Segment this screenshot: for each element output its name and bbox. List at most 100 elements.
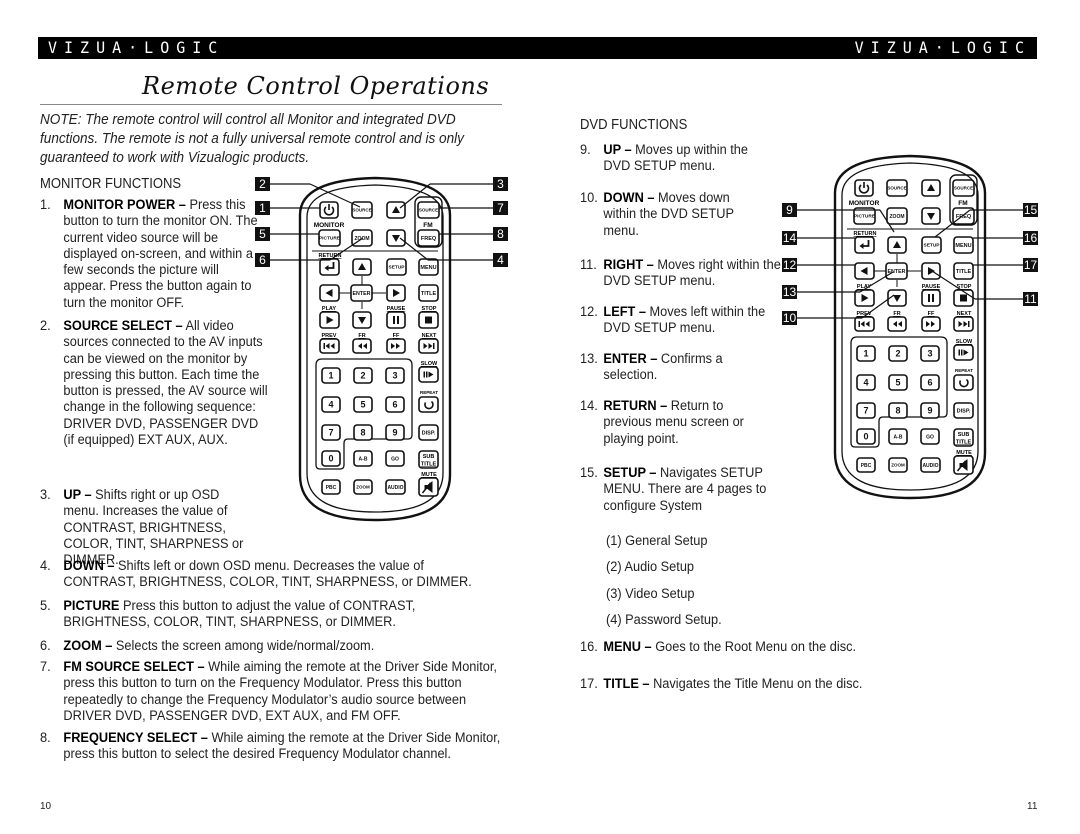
item-number: 15.: [580, 465, 598, 481]
up-button: [386, 201, 406, 219]
menu-button: MENU: [953, 236, 974, 254]
item-label: FM SOURCE SELECT –: [63, 659, 205, 675]
callout-9-number: 9: [786, 203, 793, 217]
digit-button: 4: [321, 396, 341, 413]
item-number: 14.: [580, 398, 598, 414]
callout-7-number: 7: [497, 201, 504, 215]
go-button: GO: [920, 428, 940, 445]
item-text: Press this button to turn the monitor ON…: [63, 197, 258, 311]
monitor-label: MONITOR: [849, 200, 880, 207]
setup-page-item: (2) Audio Setup: [606, 559, 695, 575]
disp-button: DISP.: [953, 402, 974, 419]
brand-header-bar: VIZUA·LOGIC: [540, 37, 1037, 59]
fm-source-button: SOURCE: [417, 201, 440, 219]
slow-label: SLOW: [956, 339, 973, 345]
page-number: 10: [40, 801, 52, 812]
mute-label: MUTE: [956, 450, 972, 456]
play-label: PLAY: [322, 306, 336, 312]
digit-button: 2: [353, 367, 373, 384]
item-number: 12.: [580, 304, 598, 320]
callout-10: 10: [782, 311, 797, 325]
prev-icon: [858, 321, 860, 327]
setup-button: SETUP: [921, 236, 942, 254]
callout-8-number: 8: [497, 227, 504, 241]
digit-button: 1: [856, 345, 876, 362]
setup-button-label: SETUP: [924, 243, 941, 249]
list-item: 16. MENU – Goes to the Root Menu on the …: [580, 639, 940, 655]
callout-12-number: 12: [783, 258, 797, 272]
setup-button-label: SETUP: [389, 265, 406, 271]
go-button: GO: [385, 450, 405, 467]
digit-button-label: 3: [927, 349, 932, 359]
slow-button: [418, 366, 439, 383]
item-number: 11.: [580, 257, 597, 273]
callout-17-number: 17: [1024, 258, 1038, 272]
callout-6-number: 6: [259, 253, 266, 267]
callout-14-number: 14: [783, 231, 797, 245]
title-divider: [40, 104, 502, 105]
return-button: [319, 258, 340, 276]
zoom-button: ZOOM: [886, 207, 908, 225]
monitor-functions-heading: MONITOR FUNCTIONS: [40, 176, 182, 192]
pbc-button: PBC: [321, 479, 341, 495]
go-button-label: GO: [926, 434, 934, 440]
remote-diagram-dvd: SOURCE SOURCEMONITOR FMPICTURE ZOOM FREQRETU…: [782, 154, 1038, 500]
pause-button: [921, 289, 941, 307]
digit-button-label: 6: [927, 378, 932, 388]
remote-body: SOURCESOURCEMONITORFMPICTUREZOOMFREQRETU…: [298, 176, 452, 522]
enter-button-label: ENTER: [353, 291, 371, 297]
stop-button: [418, 311, 439, 329]
subtitle-label-top: SUB: [423, 454, 435, 460]
stop-icon: [960, 294, 967, 302]
subtitle-label-top: SUB: [958, 432, 970, 438]
freq-button: FREQ: [417, 229, 440, 247]
slow-icon: [423, 371, 425, 378]
callout-11-number: 11: [1024, 292, 1037, 306]
item-label: LEFT –: [603, 304, 646, 320]
item-number: 8.: [40, 730, 51, 746]
setup-page-item: (4) Password Setup.: [606, 612, 722, 628]
repeat-button-outline: [953, 374, 974, 391]
remote-diagram-monitor: SOURCE SOURCE MONITOR FM PICTURE ZOOM FREQ RETU…: [255, 176, 508, 522]
item-number: 6.: [40, 638, 51, 654]
play-button: [319, 311, 340, 329]
digit-button: 8: [353, 424, 373, 441]
item-label: ZOOM –: [63, 638, 113, 654]
list-item: 9. UP – Moves up within the DVD SETUP me…: [580, 142, 769, 175]
nav-up-button: [887, 236, 907, 254]
callout-17: 17: [1023, 258, 1038, 272]
digit-button: 3: [920, 345, 940, 362]
item-label: MENU –: [603, 639, 652, 655]
digit-button-label: 4: [863, 378, 868, 388]
item-text: Goes to the Root Menu on the disc.: [651, 639, 857, 655]
digit-button: 9: [920, 402, 940, 419]
callout-4-number: 4: [497, 253, 504, 267]
digit-button-label: 2: [360, 371, 365, 381]
item-number: 3.: [40, 487, 51, 503]
fr-label: FR: [893, 311, 900, 317]
digit-button: 8: [888, 402, 908, 419]
callout-2-number: 2: [259, 177, 266, 191]
ab-button-label: A-B: [359, 456, 368, 462]
callout-3-number: 3: [497, 177, 504, 191]
digit-button-label: 7: [328, 428, 333, 438]
audio-button-label: AUDIO: [387, 485, 403, 491]
digit-button-label: 0: [863, 432, 868, 442]
pause-button-outline: [921, 289, 941, 307]
slow-icon-b: [426, 371, 428, 378]
item-label: DOWN –: [63, 558, 115, 574]
pbc-button-label: PBC: [861, 463, 872, 469]
next-label: NEXT: [957, 311, 972, 317]
title-button-label: TITLE: [956, 269, 972, 275]
audio-button: AUDIO: [920, 457, 941, 473]
item-text: All video sources connected to the AV in…: [63, 318, 268, 449]
slow-icon-b: [961, 349, 963, 356]
digit-button-label: 4: [328, 400, 333, 410]
list-item: 10. DOWN – Moves down within the DVD SET…: [580, 190, 756, 239]
repeat-button-outline: [418, 396, 439, 413]
remote-body: SOURCESOURCEMONITORFMPICTUREZOOMFREQRETU…: [833, 154, 987, 500]
audio-button: AUDIO: [385, 479, 406, 495]
callout-4: 4: [493, 253, 508, 267]
page-10: VIZUA·LOGIC Remote Control Operations NO…: [0, 0, 540, 834]
slow-icon: [958, 349, 960, 356]
